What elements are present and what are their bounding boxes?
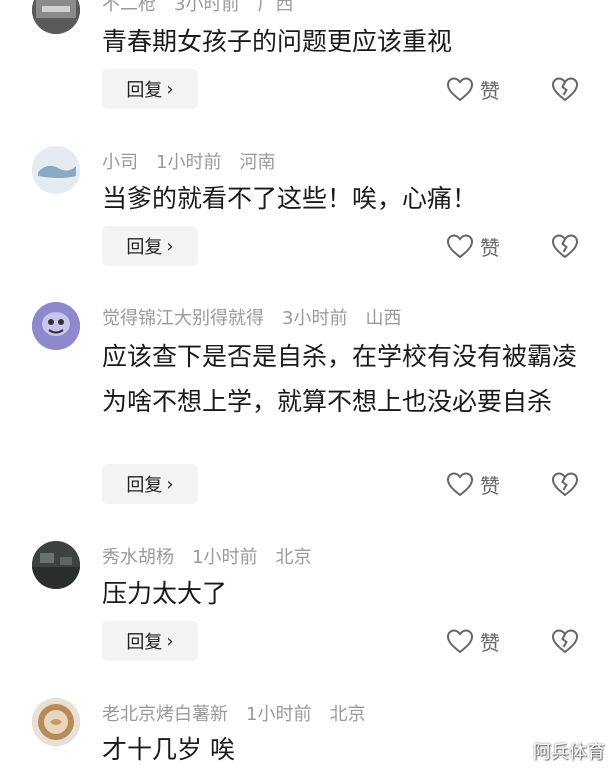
timestamp: 1小时前 [192,547,258,568]
like-label: 赞 [480,78,500,103]
reply-label: 回复 [126,632,163,653]
location: 北京 [275,547,312,568]
username[interactable]: 觉得锦江大别得就得 [102,308,264,329]
comment-text: 应该查下是否是自杀，在学校有没有被霸凌为啥不想上学，就算不想上也没必要自杀 [102,342,578,416]
avatar[interactable] [32,541,80,589]
dislike-button[interactable] [551,621,579,661]
reply-button[interactable]: 回复 › [102,464,198,504]
broken-heart-icon [551,77,579,102]
like-button[interactable]: 赞 [446,69,500,109]
timestamp: 1小时前 [246,704,312,725]
chevron-right-icon: › [166,473,174,495]
heart-icon [446,77,474,102]
broken-heart-icon [551,629,579,654]
heart-icon [446,629,474,654]
timestamp: 3小时前 [174,0,240,15]
dislike-button[interactable] [551,69,579,109]
comment-text: 当爹的就看不了这些！唉，心痛！ [102,184,478,213]
chevron-right-icon: › [166,78,174,100]
location: 北京 [329,704,366,725]
comment-meta: 不二枪 3小时前 广西 [102,0,311,16]
heart-icon [446,234,474,259]
comment-meta: 秀水胡杨 1小时前 北京 [102,543,329,569]
dislike-button[interactable] [551,464,579,504]
reply-label: 回复 [126,475,163,496]
location: 河南 [239,152,276,173]
avatar[interactable] [32,0,80,34]
reply-label: 回复 [126,80,163,101]
comment-meta: 老北京烤白薯新 1小时前 北京 [102,700,383,726]
username[interactable]: 老北京烤白薯新 [102,704,228,725]
comment-text: 压力太大了 [102,579,228,608]
like-button[interactable]: 赞 [446,226,500,266]
location: 山西 [365,308,402,329]
location: 广西 [257,0,294,15]
like-label: 赞 [480,630,500,655]
comment-text: 才十几岁 唉 [102,735,235,764]
comment-meta: 小司 1小时前 河南 [102,148,293,174]
reply-button[interactable]: 回复 › [102,226,198,266]
reply-button[interactable]: 回复 › [102,69,198,109]
comment-text: 青春期女孩子的问题更应该重视 [102,27,453,56]
avatar[interactable] [32,302,80,350]
like-button[interactable]: 赞 [446,464,500,504]
avatar[interactable] [32,146,80,194]
comment-meta: 觉得锦江大别得就得 3小时前 山西 [102,304,419,330]
username[interactable]: 不二枪 [102,0,156,15]
avatar[interactable] [32,698,80,746]
like-label: 赞 [480,473,500,498]
dislike-button[interactable] [551,226,579,266]
username[interactable]: 秀水胡杨 [102,547,174,568]
reply-label: 回复 [126,237,163,258]
like-button[interactable]: 赞 [446,621,500,661]
timestamp: 1小时前 [156,152,222,173]
username[interactable]: 小司 [102,152,138,173]
heart-icon [446,472,474,497]
chevron-right-icon: › [166,235,174,257]
watermark: 阿兵体育 [533,742,605,763]
broken-heart-icon [551,234,579,259]
reply-button[interactable]: 回复 › [102,621,198,661]
chevron-right-icon: › [166,630,174,652]
broken-heart-icon [551,472,579,497]
timestamp: 3小时前 [282,308,348,329]
like-label: 赞 [480,235,500,260]
